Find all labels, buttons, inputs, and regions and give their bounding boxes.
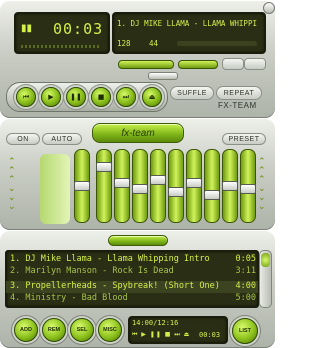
add-button[interactable]: ADD <box>14 318 38 342</box>
title-display[interactable]: 1. DJ MIKE LLAMA - LLAMA WHIPPI 128 44 <box>112 12 266 54</box>
main-window: ▮▮ 00:03 1. DJ MIKE LLAMA - LLAMA WHIPPI… <box>0 0 275 118</box>
play-button[interactable]: ▶ <box>41 87 61 107</box>
play-state-icon: ▮▮ <box>21 23 33 34</box>
remove-button[interactable]: REM <box>42 318 66 342</box>
eject-icon: ⏏ <box>148 93 156 101</box>
scrollbar-thumb[interactable] <box>261 253 270 267</box>
misc-button[interactable]: MISC <box>98 318 122 342</box>
mini-transport-icons: ⏮ ▶ ❚❚ ■ ⏭ ⏏ <box>132 331 191 338</box>
eq-knob[interactable] <box>168 187 184 197</box>
playlist-time-total: 14:00/12:16 <box>132 319 179 327</box>
eq-knob[interactable] <box>186 178 202 188</box>
eq-band-preamp[interactable] <box>74 149 90 223</box>
playlist-item-3[interactable]: 3. Propellerheads - Spybreak! (Short One… <box>10 281 256 292</box>
pl-toggle-button[interactable] <box>244 58 266 70</box>
stop-icon: ■ <box>97 93 105 101</box>
next-button[interactable]: ⏭ <box>116 87 136 107</box>
eq-auto-button[interactable]: AUTO <box>42 133 82 145</box>
eq-band-60[interactable] <box>96 149 112 223</box>
eq-band-12k[interactable] <box>222 149 238 223</box>
eq-knob[interactable] <box>114 178 130 188</box>
playlist-mini-display: 14:00/12:16 ⏮ ▶ ❚❚ ■ ⏭ ⏏ 00:03 <box>128 316 228 344</box>
eq-band-3k[interactable] <box>186 149 202 223</box>
eq-on-label: ON <box>17 135 29 143</box>
shuffle-label: SUFFLE <box>177 89 207 97</box>
playlist-item-2[interactable]: 2. Marilyn Manson - Rock Is Dead 3:11 <box>10 266 256 277</box>
repeat-label: REPEAT <box>223 89 255 97</box>
list-button[interactable]: LIST <box>232 318 258 344</box>
eq-on-button[interactable]: ON <box>6 133 40 145</box>
brand-label: FX-TEAM <box>218 101 257 110</box>
shuffle-button[interactable]: SUFFLE <box>170 86 214 100</box>
eq-band-16k[interactable] <box>240 149 256 223</box>
eq-preset-button[interactable]: PRESET <box>222 133 266 145</box>
playlist-position: 00:03 <box>199 331 221 339</box>
misc-label: MISC <box>103 327 117 333</box>
eq-band-6k[interactable] <box>204 149 220 223</box>
eq-knob[interactable] <box>150 175 166 185</box>
sel-label: SEL <box>76 327 88 333</box>
track-label: 3. Propellerheads - Spybreak! (Short One… <box>10 281 220 291</box>
volume-slider[interactable] <box>118 60 174 69</box>
seek-bar[interactable] <box>148 72 178 80</box>
visualizer <box>21 45 101 48</box>
time-display[interactable]: ▮▮ 00:03 <box>14 12 110 54</box>
time-readout: 00:03 <box>53 20 104 38</box>
eq-toggle-button[interactable] <box>222 58 244 70</box>
playlist-item-1b[interactable]: 1. DJ Mike Llama - Llama Whipping Intro 0… <box>10 254 256 265</box>
eject-button[interactable]: ⏏ <box>142 87 162 107</box>
track-label: 4. Ministry - Bad Blood <box>10 293 128 303</box>
eq-knob[interactable] <box>132 184 148 194</box>
kbps-value: 128 <box>117 39 131 48</box>
repeat-button[interactable]: REPEAT <box>216 86 262 100</box>
eq-knob[interactable] <box>74 181 90 191</box>
playlist-item-4[interactable]: 4. Ministry - Bad Blood 5:00 <box>10 293 256 304</box>
mono-stereo-indicator <box>177 41 257 46</box>
eq-logo: fx-team <box>92 123 184 143</box>
previous-icon: ⏮ <box>22 92 30 101</box>
track-label: 2. Marilyn Manson - Rock Is Dead <box>10 266 174 276</box>
list-label: LIST <box>239 328 251 334</box>
playlist-title-bar <box>108 235 168 246</box>
pause-button[interactable]: ❚❚ <box>66 87 86 107</box>
eq-knob[interactable] <box>222 181 238 191</box>
eq-preset-label: PRESET <box>228 135 260 143</box>
preamp-arrows-icon: ⌃ ⌃ ⌃ ⌄ ⌄ ⌄ <box>8 157 16 212</box>
balance-slider[interactable] <box>178 60 218 69</box>
track-time: 5:00 <box>235 293 256 303</box>
stop-button[interactable]: ■ <box>91 87 111 107</box>
add-label: ADD <box>20 327 32 333</box>
track-label: 1. DJ Mike Llama - Llama Whipping Intro <box>10 254 210 264</box>
play-icon: ▶ <box>48 93 54 101</box>
previous-button[interactable]: ⏮ <box>16 87 36 107</box>
khz-value: 44 <box>149 39 159 48</box>
playlist-scrollbar[interactable] <box>259 250 272 308</box>
eq-knob[interactable] <box>240 184 256 194</box>
track-time: 4:00 <box>235 281 256 291</box>
track-time: 0:05 <box>235 254 256 264</box>
eq-band-600[interactable] <box>150 149 166 223</box>
eq-knob[interactable] <box>96 162 112 172</box>
eq-band-170[interactable] <box>114 149 130 223</box>
eq-graph-icon <box>40 154 70 224</box>
select-button[interactable]: SEL <box>70 318 94 342</box>
eq-auto-label: AUTO <box>51 135 73 143</box>
winamp-skin: ▮▮ 00:03 1. DJ MIKE LLAMA - LLAMA WHIPPI… <box>0 0 275 348</box>
eq-band-1k[interactable] <box>168 149 184 223</box>
eq-band-310[interactable] <box>132 149 148 223</box>
rem-label: REM <box>47 327 61 333</box>
eq-knob[interactable] <box>204 190 220 200</box>
eq-logo-text: fx-team <box>121 127 155 139</box>
eq-arrows-right-icon: ⌃ ⌃ ⌃ ⌄ ⌄ ⌄ <box>258 157 266 212</box>
pause-icon: ❚❚ <box>70 93 82 101</box>
track-time: 3:11 <box>235 266 256 276</box>
next-icon: ⏭ <box>122 92 130 101</box>
song-title-marquee: 1. DJ MIKE LLAMA - LLAMA WHIPPI <box>117 19 257 28</box>
